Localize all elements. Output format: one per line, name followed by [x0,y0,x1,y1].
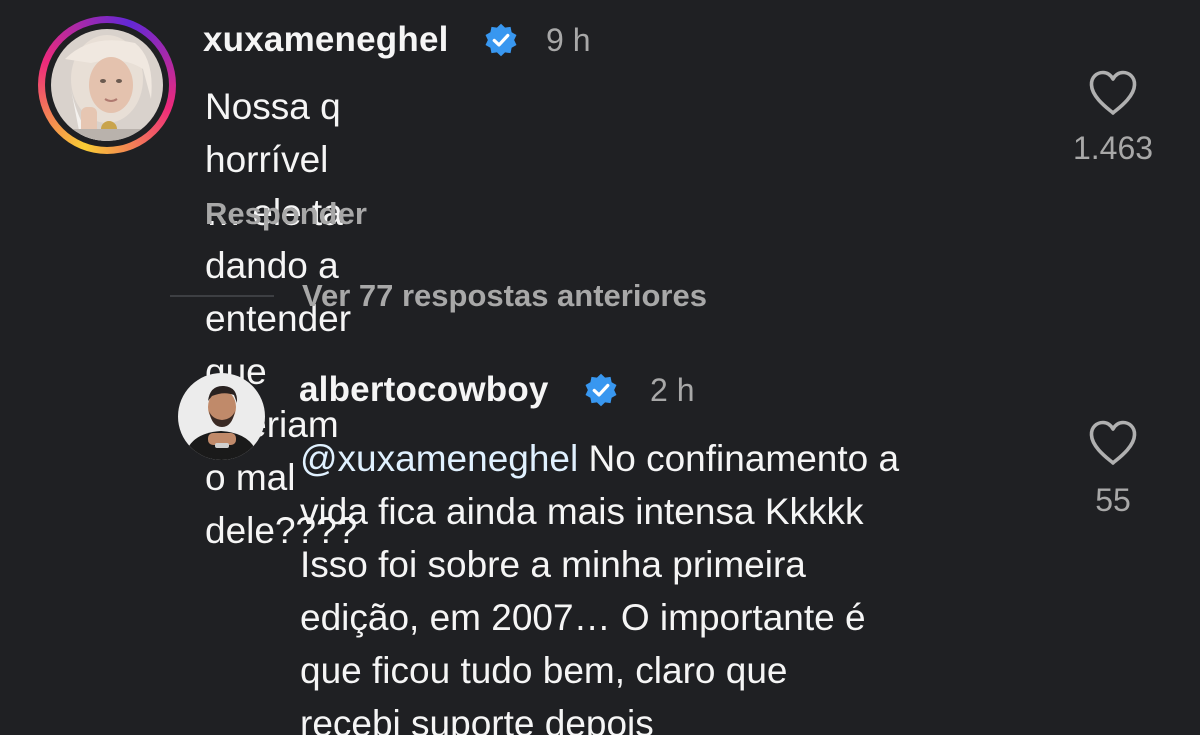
like-count: 55 [1095,482,1131,518]
comments-screen: xuxameneghel 9 h Nossa q horrível … ele … [0,0,1200,735]
verified-badge-icon [485,23,517,57]
profile-photo-icon [51,29,163,141]
comment-username[interactable]: xuxameneghel [203,20,449,60]
comment-time: 9 h [546,22,591,58]
mention-link[interactable]: @xuxameneghel [300,438,578,479]
avatar[interactable] [178,373,265,460]
comment-text: @xuxameneghel No confinamento a vida fic… [300,432,1060,735]
avatar-story-ring[interactable] [38,16,176,154]
comment-username[interactable]: albertocowboy [299,370,549,410]
reply-button[interactable]: Responder [205,196,367,232]
verified-badge-icon [585,373,617,407]
comment-time: 2 h [650,372,695,408]
avatar [51,29,163,141]
view-previous-replies-label: Ver 77 respostas anteriores [302,278,707,313]
like-count: 1.463 [1072,130,1154,166]
comment-text-body: No confinamento a vida fica ainda mais i… [300,438,900,735]
heart-icon[interactable] [1088,70,1138,116]
divider-line [170,295,274,297]
profile-photo-icon [178,373,265,460]
heart-icon[interactable] [1088,420,1138,466]
view-previous-replies-button[interactable]: Ver 77 respostas anteriores [170,278,707,314]
